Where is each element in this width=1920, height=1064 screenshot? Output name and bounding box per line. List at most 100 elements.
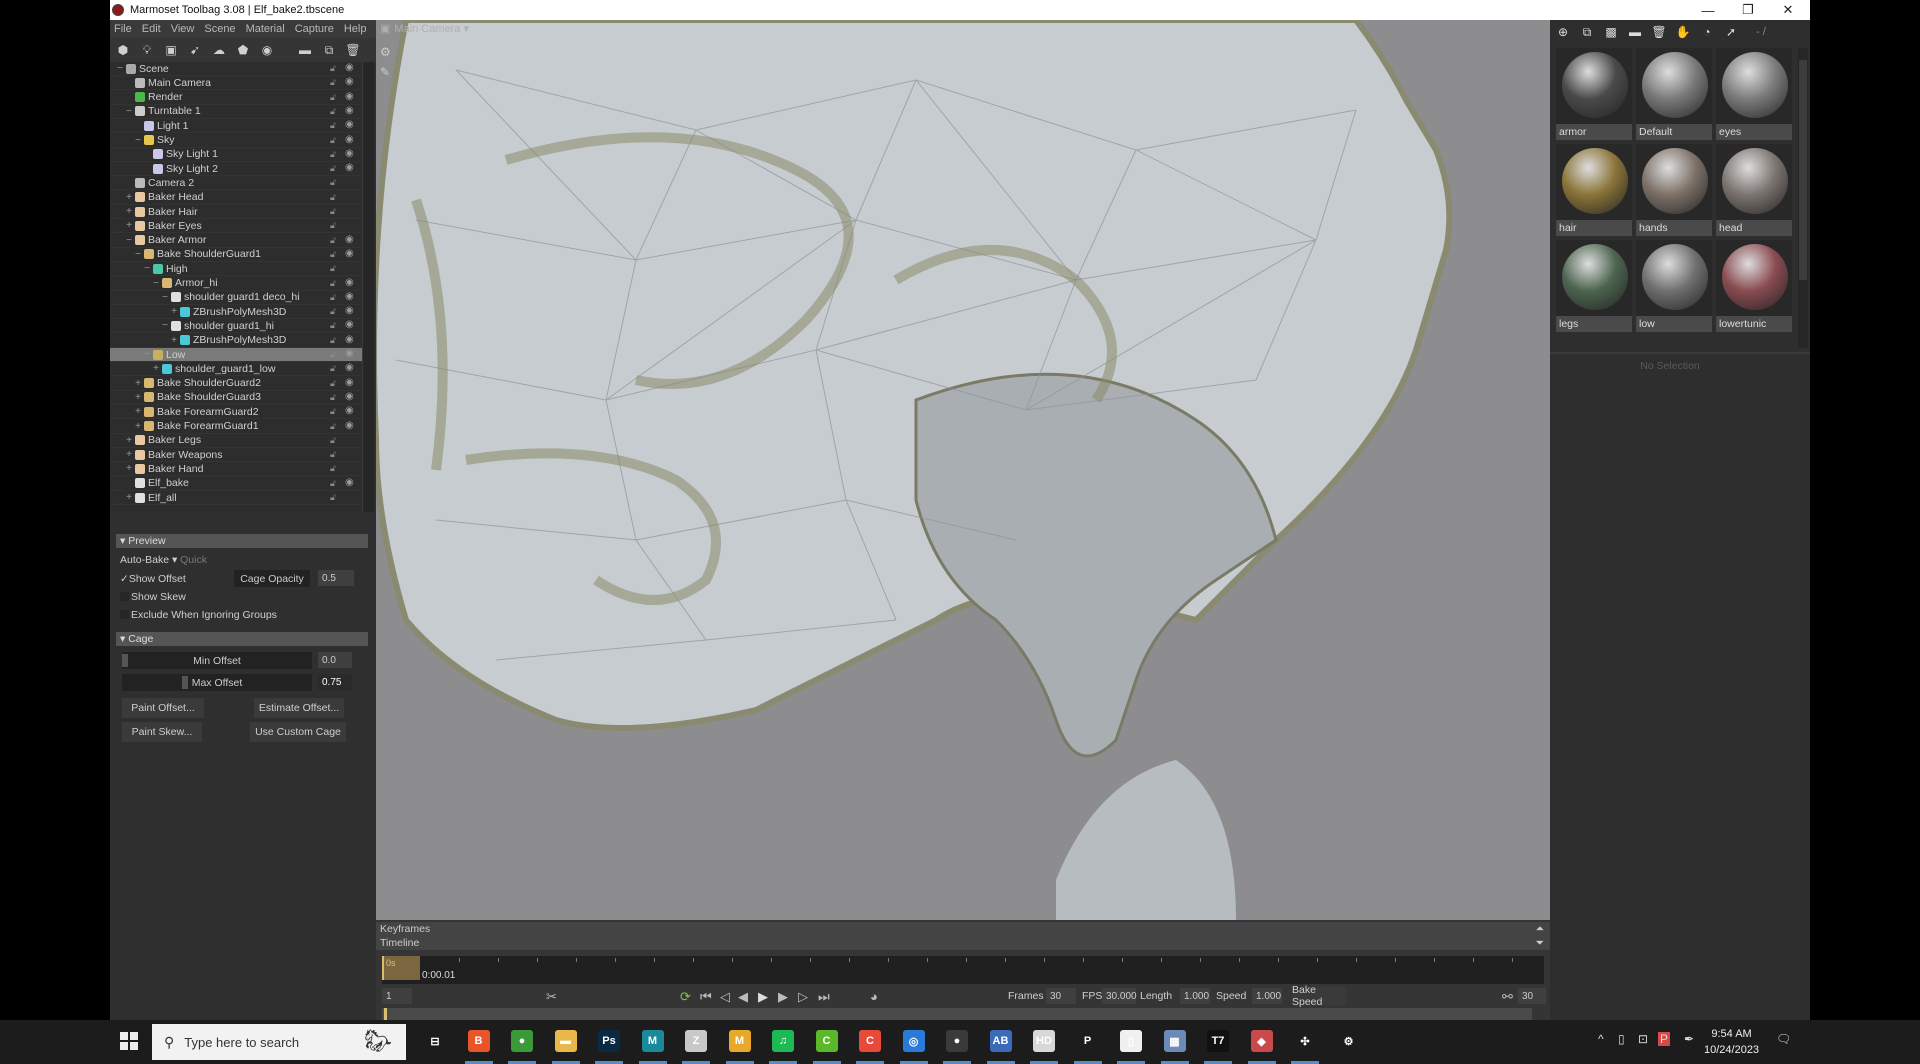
scene-tree-item[interactable]: + shoulder_guard1_low 🔓︎ ◉ bbox=[110, 362, 362, 377]
timeline-settings-icon[interactable]: ◕ bbox=[870, 989, 878, 1004]
show-hidden-icons[interactable]: ^ bbox=[1598, 1032, 1604, 1046]
calculator-icon[interactable]: ▦ bbox=[1163, 1030, 1186, 1052]
lock-icon[interactable]: 🔓︎ bbox=[330, 206, 339, 217]
expand-icon[interactable]: + bbox=[134, 421, 142, 432]
lock-icon[interactable]: 🔓︎ bbox=[330, 406, 339, 417]
material-swatch[interactable]: Default bbox=[1636, 48, 1712, 140]
zbrush-icon[interactable]: Z bbox=[685, 1030, 707, 1052]
scene-tree-item[interactable]: + ZBrushPolyMesh3D 🔓︎ ◉ bbox=[110, 305, 362, 320]
scrollbar-thumb[interactable] bbox=[1799, 60, 1807, 280]
new-light-icon[interactable]: 💡︎ bbox=[140, 43, 154, 57]
new-render-icon[interactable]: ◉ bbox=[260, 43, 274, 57]
scene-tree-item[interactable]: + Bake ShoulderGuard3 🔓︎ ◉ bbox=[110, 391, 362, 405]
t7-app-icon[interactable]: T7 bbox=[1207, 1030, 1229, 1052]
min-offset-slider[interactable]: Min Offset bbox=[122, 652, 312, 669]
scene-tree-item[interactable]: − Baker Armor 🔓︎ ◉ bbox=[110, 234, 362, 248]
keyframes-header[interactable]: Keyframes ⏶ bbox=[376, 922, 1550, 936]
lock-icon[interactable]: 🔓︎ bbox=[330, 263, 339, 274]
playhead-marker[interactable]: 0s bbox=[382, 956, 420, 980]
lock-icon[interactable]: 🔓︎ bbox=[330, 92, 339, 103]
maya-icon[interactable]: M bbox=[641, 1030, 664, 1052]
paint-offset-button[interactable]: Paint Offset... bbox=[122, 698, 204, 718]
lock-icon[interactable]: 🔓︎ bbox=[330, 363, 339, 374]
folder-icon[interactable]: ▬ bbox=[1628, 25, 1642, 39]
menu-material[interactable]: Material bbox=[246, 23, 285, 35]
expand-icon[interactable]: + bbox=[134, 406, 142, 417]
scene-tree-item[interactable]: − Sky 🔓︎ ◉ bbox=[110, 134, 362, 148]
camtasia-red-icon[interactable]: C bbox=[859, 1030, 881, 1052]
visibility-eye-icon[interactable]: ◉ bbox=[345, 119, 357, 131]
estimate-offset-button[interactable]: Estimate Offset... bbox=[254, 698, 344, 718]
camtasia-green-icon[interactable]: C bbox=[815, 1030, 838, 1052]
collapse-icon[interactable]: − bbox=[143, 349, 151, 360]
pick-icon[interactable]: ✋ bbox=[1676, 25, 1691, 39]
collapse-icon[interactable]: − bbox=[134, 249, 142, 260]
scene-tree-item[interactable]: + Baker Weapons 🔓︎ bbox=[110, 448, 362, 463]
material-swatch[interactable]: low bbox=[1636, 240, 1712, 332]
paint-skew-button[interactable]: Paint Skew... bbox=[122, 722, 202, 742]
use-custom-cage-button[interactable]: Use Custom Cage bbox=[250, 722, 346, 742]
timeline-scrub-bar[interactable] bbox=[382, 1008, 1532, 1020]
minimize-button[interactable]: — bbox=[1688, 0, 1728, 20]
lock-icon[interactable]: 🔓︎ bbox=[330, 135, 339, 146]
frame-input[interactable]: 1 bbox=[382, 988, 412, 1004]
skip-end-icon[interactable]: ⏭ bbox=[818, 989, 830, 1005]
expand-icon[interactable]: + bbox=[170, 335, 178, 346]
expand-icon[interactable]: + bbox=[134, 392, 142, 403]
min-offset-input[interactable]: 0.0 bbox=[318, 652, 352, 668]
lock-icon[interactable]: 🔓︎ bbox=[330, 235, 339, 246]
lock-icon[interactable]: 🔓︎ bbox=[330, 120, 339, 131]
fps-input[interactable]: 30.000 bbox=[1102, 988, 1137, 1004]
notifications-icon[interactable]: 🗨︎ bbox=[1776, 1032, 1791, 1046]
export-icon[interactable]: ➚ bbox=[1724, 25, 1738, 39]
delete-icon[interactable]: 🗑︎ bbox=[1651, 25, 1666, 39]
collapse-icon[interactable]: − bbox=[161, 320, 169, 331]
visibility-eye-icon[interactable]: ◉ bbox=[345, 234, 357, 246]
visibility-eye-icon[interactable]: ◉ bbox=[345, 348, 357, 360]
expand-icon[interactable]: + bbox=[125, 492, 133, 503]
new-baker-icon[interactable]: ⬟ bbox=[236, 43, 250, 57]
lock-icon[interactable]: 🔓︎ bbox=[330, 392, 339, 403]
device-icon[interactable]: ▯ bbox=[1618, 1032, 1625, 1046]
visibility-eye-icon[interactable]: ◉ bbox=[345, 248, 357, 260]
expand-icon[interactable]: + bbox=[125, 192, 133, 203]
lock-icon[interactable]: 🔓︎ bbox=[330, 149, 339, 160]
scene-tree-item[interactable]: Elf_bake 🔓︎ ◉ bbox=[110, 477, 362, 491]
add-material-icon[interactable]: ⊕ bbox=[1556, 25, 1570, 39]
hd-app-icon[interactable]: HD bbox=[1033, 1030, 1055, 1052]
menu-edit[interactable]: Edit bbox=[142, 23, 161, 35]
menu-file[interactable]: File bbox=[114, 23, 132, 35]
new-camera-icon[interactable]: ▣ bbox=[164, 43, 178, 57]
start-button[interactable] bbox=[120, 1032, 138, 1050]
scene-tree-item[interactable]: + Baker Eyes 🔓︎ bbox=[110, 219, 362, 234]
apply-icon[interactable]: ◔ bbox=[1700, 25, 1714, 39]
duplicate-icon[interactable]: ⧉ bbox=[322, 43, 336, 57]
lock-icon[interactable]: 🔓︎ bbox=[330, 192, 339, 203]
lock-icon[interactable]: 🔓︎ bbox=[330, 220, 339, 231]
lock-icon[interactable]: 🔓︎ bbox=[330, 278, 339, 289]
preview-section-header[interactable]: ▾ Preview bbox=[116, 534, 368, 548]
timeline-header[interactable]: Timeline ⏷ bbox=[376, 936, 1550, 950]
new-sky-icon[interactable]: ☁ bbox=[212, 43, 226, 57]
menu-scene[interactable]: Scene bbox=[204, 23, 235, 35]
cage-opacity-input[interactable]: 0.5 bbox=[318, 570, 354, 586]
3d-viewport[interactable]: ▣ Main Camera ▾ ⚙ ✎ bbox=[376, 20, 1550, 920]
scene-tree-item[interactable]: Sky Light 1 🔓︎ ◉ bbox=[110, 148, 362, 162]
scene-tree-item[interactable]: − High 🔓︎ bbox=[110, 262, 362, 277]
scene-tree-item[interactable]: Render 🔓︎ ◉ bbox=[110, 91, 362, 105]
lock-icon[interactable]: 🔓︎ bbox=[330, 292, 339, 303]
expand-icon[interactable]: + bbox=[125, 463, 133, 474]
viewport-settings-icon[interactable]: ⚙ bbox=[380, 42, 391, 62]
collapse-icon[interactable]: − bbox=[134, 135, 142, 146]
quick-option[interactable]: Quick bbox=[180, 554, 207, 566]
spotify-icon[interactable]: ♫ bbox=[772, 1030, 794, 1052]
visibility-eye-icon[interactable]: ◉ bbox=[345, 76, 357, 88]
cage-opacity-slider[interactable]: Cage Opacity bbox=[234, 570, 310, 587]
visibility-eye-icon[interactable]: ◉ bbox=[345, 62, 357, 74]
timeline-track[interactable]: 0s 0:00.01 bbox=[382, 956, 1552, 984]
frames-input[interactable]: 30 bbox=[1046, 988, 1076, 1004]
min-offset-knob[interactable] bbox=[122, 654, 128, 667]
scene-tree-item[interactable]: + Baker Hair 🔓︎ bbox=[110, 205, 362, 219]
material-swatch[interactable]: armor bbox=[1556, 48, 1632, 140]
loop-icon[interactable]: ⟳ bbox=[680, 989, 691, 1005]
